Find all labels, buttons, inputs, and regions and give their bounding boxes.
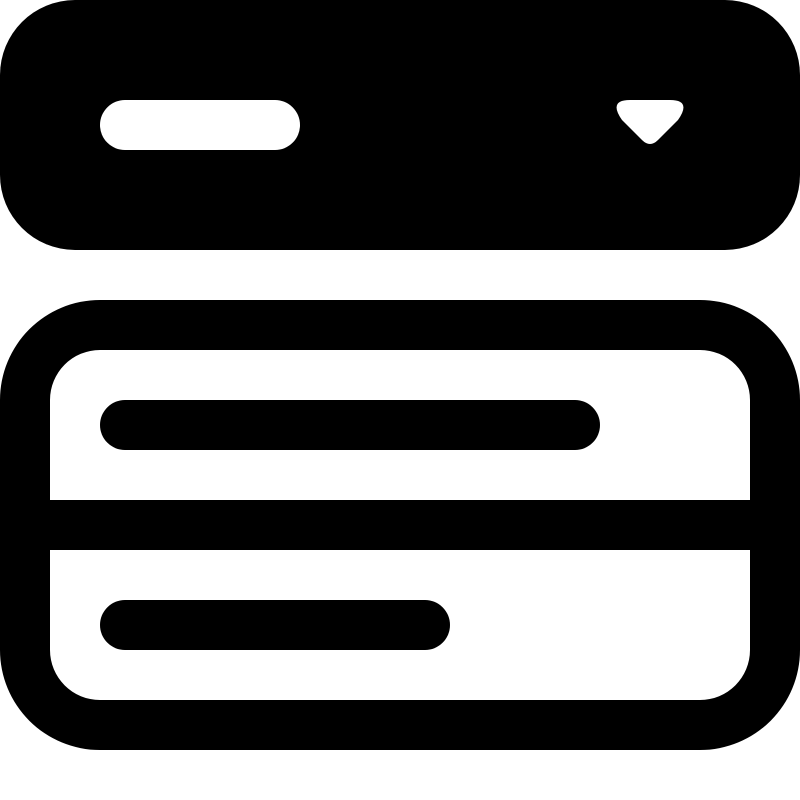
option-line-2: [100, 600, 450, 650]
options-list: [0, 300, 800, 750]
dropdown-select-list-icon: [0, 0, 800, 800]
select-box: [0, 0, 800, 250]
select-box-value-line: [100, 100, 300, 150]
options-divider: [50, 500, 750, 550]
option-line-1: [100, 400, 600, 450]
dropdown-select-list-icon-graphic: [0, 0, 800, 750]
